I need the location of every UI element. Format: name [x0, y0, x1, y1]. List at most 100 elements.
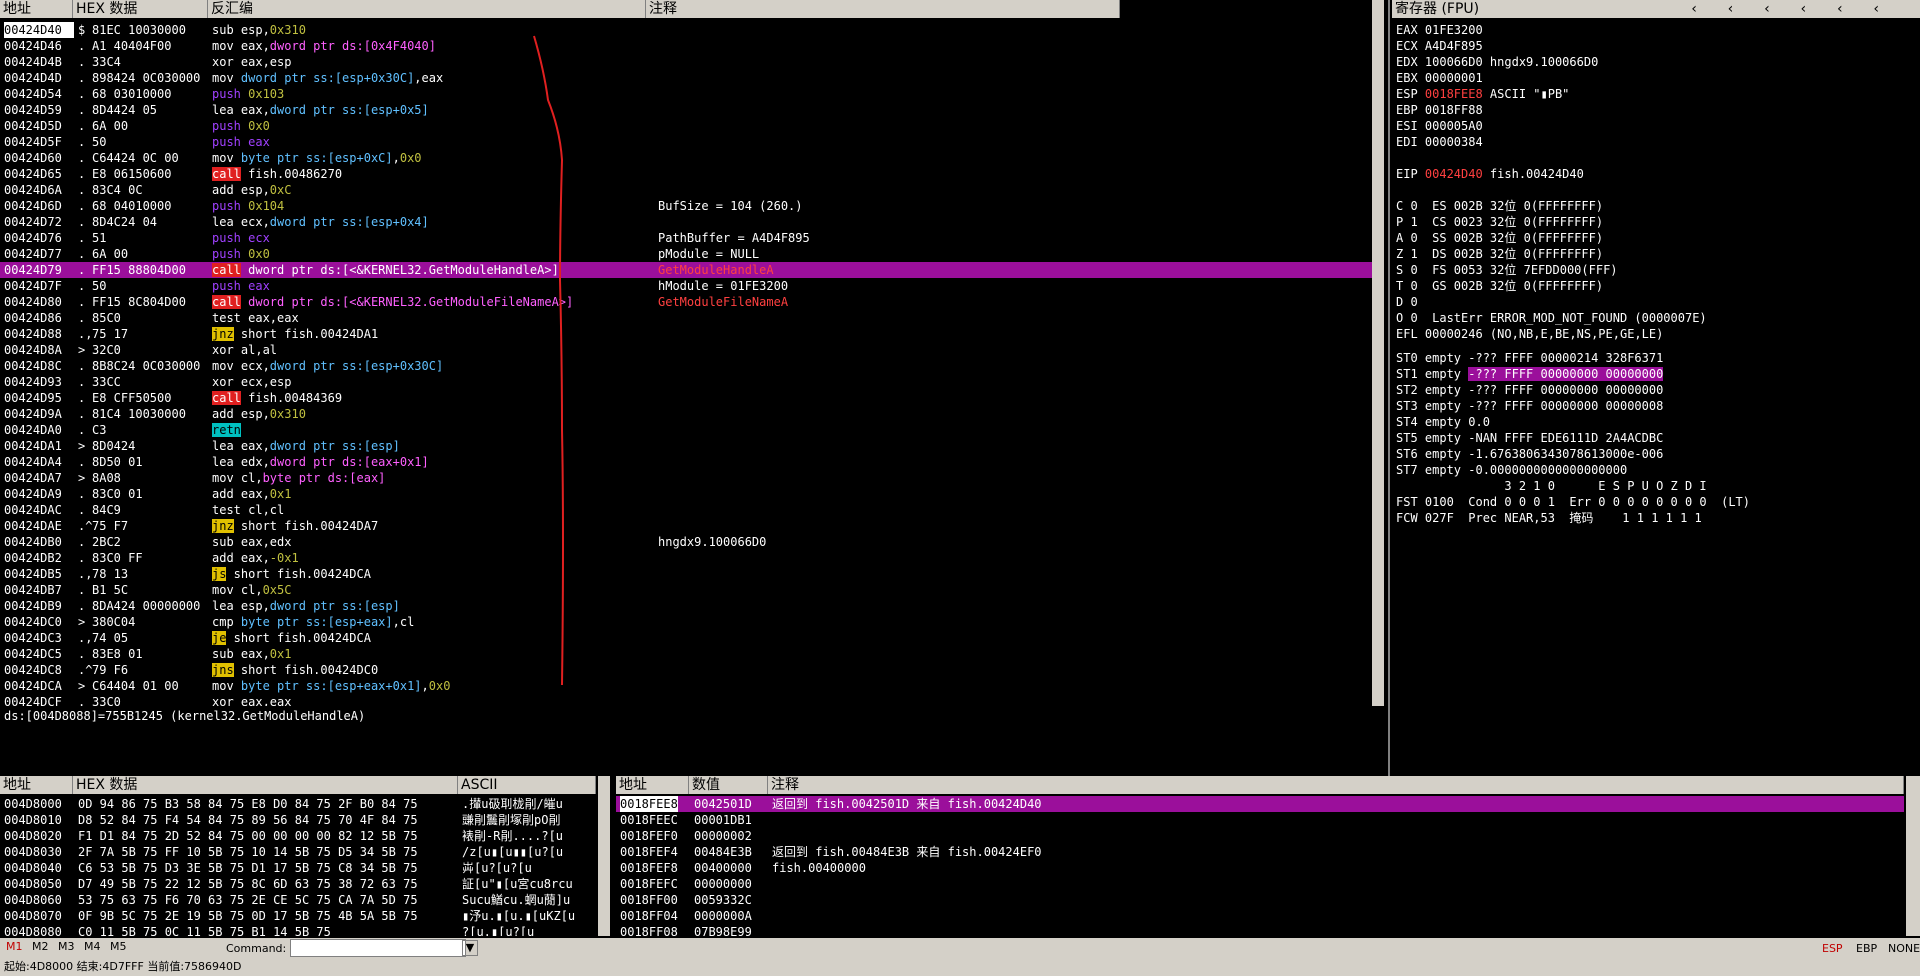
stack-value[interactable]: 00484E3B: [694, 844, 752, 860]
register-nav-arrows[interactable]: ‹‹‹‹‹‹: [1690, 0, 1909, 18]
row-address[interactable]: 00424D54: [4, 86, 74, 102]
disasm-row[interactable]: 00424D86. 85C0 test eax,eax: [0, 310, 1372, 326]
row-instruction[interactable]: push 0x0: [212, 118, 642, 134]
register-value[interactable]: 000005A0: [1425, 119, 1483, 133]
row-address[interactable]: 00424D46: [4, 38, 74, 54]
dump-address[interactable]: 004D8060: [4, 892, 62, 908]
row-address[interactable]: 00424D8C: [4, 358, 74, 374]
dump-address[interactable]: 004D8070: [4, 908, 62, 924]
row-instruction[interactable]: mov cl,byte ptr ds:[eax]: [212, 470, 642, 486]
row-address[interactable]: 00424D60: [4, 150, 74, 166]
stack-address[interactable]: 0018FF04: [620, 908, 678, 924]
col-disasm-header[interactable]: 反汇编: [208, 0, 646, 18]
fpu-register[interactable]: ST2 empty -??? FFFF 00000000 00000000: [1396, 382, 1916, 398]
dump-row[interactable]: 004D8070 0F 9B 5C 75 2E 19 5B 75 0D 17 5B…: [0, 908, 596, 924]
fpu-register[interactable]: ST5 empty -NAN FFFF EDE6111D 2A4ACDBC: [1396, 430, 1916, 446]
disasm-row[interactable]: 00424D77. 6A 00 push 0x0 pModule = NULL: [0, 246, 1372, 262]
dump-ascii[interactable]: /z[u▮[u▮▮[u?[u: [462, 844, 594, 860]
disasm-row[interactable]: 00424D80. FF15 8C804D00 call dword ptr ds:…: [0, 294, 1372, 310]
row-address[interactable]: 00424DB5: [4, 566, 74, 582]
disasm-row[interactable]: 00424DA0. C3 retn: [0, 422, 1372, 438]
dump-address[interactable]: 004D8050: [4, 876, 62, 892]
register-ebx[interactable]: EBX 00000001: [1396, 70, 1916, 86]
dump-hex[interactable]: D7 49 5B 75 22 12 5B 75 8C 6D 63 75 38 7…: [78, 876, 418, 892]
stack-value[interactable]: 07B98E99: [694, 924, 752, 936]
fpu-status[interactable]: FST 0100 Cond 0 0 0 1 Err 0 0 0 0 0 0 0 …: [1396, 494, 1916, 510]
register-value[interactable]: 00000384: [1425, 135, 1483, 149]
row-instruction[interactable]: lea esp,dword ptr ss:[esp]: [212, 598, 642, 614]
stack-value[interactable]: 0000000A: [694, 908, 752, 924]
disasm-row[interactable]: 00424D79. FF15 88804D00 call dword ptr ds:…: [0, 262, 1372, 278]
row-address[interactable]: 00424D93: [4, 374, 74, 390]
stack-value[interactable]: 0042501D: [694, 796, 752, 812]
stack-val-header[interactable]: 数值: [689, 776, 768, 794]
disasm-row[interactable]: 00424D88., 75 17 jnz short fish.00424DA1: [0, 326, 1372, 342]
row-instruction[interactable]: mov cl,0x5C: [212, 582, 642, 598]
register-value[interactable]: 100066D0: [1425, 55, 1483, 69]
disasm-row[interactable]: 00424D8C. 8B8C24 0C030000 mov ecx,dword pt…: [0, 358, 1372, 374]
disasm-row[interactable]: 00424DA4. 8D50 01 lea edx,dword ptr ds:[ea…: [0, 454, 1372, 470]
col-addr-header[interactable]: 地址: [0, 0, 73, 18]
ebp-indicator[interactable]: EBP: [1856, 942, 1877, 955]
fpu-status[interactable]: 3 2 1 0 E S P U O Z D I: [1396, 478, 1916, 494]
row-address[interactable]: 00424DB0: [4, 534, 74, 550]
row-instruction[interactable]: js short fish.00424DCA: [212, 566, 642, 582]
dump-hex[interactable]: C6 53 5B 75 D3 3E 5B 75 D1 17 5B 75 C8 3…: [78, 860, 418, 876]
dump-ascii[interactable]: 証[u"▮[u宮cu8rcu: [462, 876, 594, 892]
stack-row[interactable]: 0018FF08 07B98E99: [616, 924, 1904, 936]
dump-row[interactable]: 004D8060 53 75 63 75 F6 70 63 75 2E CE 5C…: [0, 892, 596, 908]
row-address[interactable]: 00424D6D: [4, 198, 74, 214]
stack-address[interactable]: 0018FEFC: [620, 876, 678, 892]
row-address[interactable]: 00424D5F: [4, 134, 74, 150]
row-instruction[interactable]: jnz short fish.00424DA7: [212, 518, 642, 534]
register-edx[interactable]: EDX 100066D0 hngdx9.100066D0: [1396, 54, 1916, 70]
register-value[interactable]: 00000001: [1425, 71, 1483, 85]
disasm-row[interactable]: 00424D8A >32C0 xor al,al: [0, 342, 1372, 358]
row-address[interactable]: 00424DCF: [4, 694, 74, 706]
registers-pane[interactable]: EAX 01FE3200 ECX A4D4F895 EDX 100066D0 h…: [1396, 22, 1916, 526]
dump-row[interactable]: 004D8000 0D 94 86 75 B3 58 84 75 E8 D0 84…: [0, 796, 596, 812]
flag-row[interactable]: C 0 ES 002B 32位 0(FFFFFFFF): [1396, 198, 1916, 214]
row-instruction[interactable]: sub eax,edx: [212, 534, 642, 550]
row-address[interactable]: 00424D6A: [4, 182, 74, 198]
stack-address[interactable]: 0018FF00: [620, 892, 678, 908]
row-instruction[interactable]: xor eax,esp: [212, 54, 642, 70]
fpu-register[interactable]: ST4 empty 0.0: [1396, 414, 1916, 430]
register-value[interactable]: 00424D40: [1425, 167, 1483, 181]
flag-row[interactable]: O 0 LastErr ERROR_MOD_NOT_FOUND (0000007…: [1396, 310, 1916, 326]
row-instruction[interactable]: push ecx: [212, 230, 642, 246]
dump-ascii[interactable]: ?[u.▮[u?[u: [462, 924, 594, 936]
dump-row[interactable]: 004D8050 D7 49 5B 75 22 12 5B 75 8C 6D 63…: [0, 876, 596, 892]
dump-ascii[interactable]: 裱剈-R剈....?[u: [462, 828, 594, 844]
row-address[interactable]: 00424D40: [4, 22, 74, 38]
disasm-row[interactable]: 00424D95. E8 CFF50500 call fish.00484369: [0, 390, 1372, 406]
dump-hex[interactable]: 0F 9B 5C 75 2E 19 5B 75 0D 17 5B 75 4B 5…: [78, 908, 418, 924]
none-indicator[interactable]: NONE: [1888, 942, 1920, 955]
row-address[interactable]: 00424D59: [4, 102, 74, 118]
disasm-row[interactable]: 00424D6A. 83C4 0C add esp,0xC: [0, 182, 1372, 198]
row-address[interactable]: 00424DC0: [4, 614, 74, 630]
register-esi[interactable]: ESI 000005A0: [1396, 118, 1916, 134]
dump-row[interactable]: 004D8080 C0 11 5B 75 0C 11 5B 75 B1 14 5B…: [0, 924, 596, 936]
flag-row[interactable]: P 1 CS 0023 32位 0(FFFFFFFF): [1396, 214, 1916, 230]
disasm-row[interactable]: 00424DCA > C64404 01 00 mov byte ptr ss:[es…: [0, 678, 1372, 694]
row-address[interactable]: 00424DAC: [4, 502, 74, 518]
col-hex-header[interactable]: HEX 数据: [73, 0, 208, 18]
dump-hex[interactable]: C0 11 5B 75 0C 11 5B 75 B1 14 5B 75: [78, 924, 331, 936]
stack-address[interactable]: 0018FEF0: [620, 828, 678, 844]
dump-hex[interactable]: 2F 7A 5B 75 FF 10 5B 75 10 14 5B 75 D5 3…: [78, 844, 418, 860]
flag-row[interactable]: A 0 SS 002B 32位 0(FFFFFFFF): [1396, 230, 1916, 246]
row-address[interactable]: 00424D95: [4, 390, 74, 406]
row-address[interactable]: 00424DA4: [4, 454, 74, 470]
row-address[interactable]: 00424DB2: [4, 550, 74, 566]
disasm-row[interactable]: 00424D46. A1 40404F00 mov eax,dword ptr ds…: [0, 38, 1372, 54]
command-input[interactable]: [290, 939, 466, 957]
disasm-row[interactable]: 00424DC8 .^ 79 F6 jns short fish.00424DC0: [0, 662, 1372, 678]
row-instruction[interactable]: mov eax,dword ptr ds:[0x4F4040]: [212, 38, 642, 54]
disasm-row[interactable]: 00424D4D. 898424 0C030000 mov dword ptr ss…: [0, 70, 1372, 86]
stack-value[interactable]: 00000002: [694, 828, 752, 844]
fpu-register[interactable]: ST3 empty -??? FFFF 00000000 00000008: [1396, 398, 1916, 414]
disasm-row[interactable]: 00424D60. C64424 0C 00 mov byte ptr ss:[es…: [0, 150, 1372, 166]
stack-address[interactable]: 0018FEEC: [620, 812, 678, 828]
row-instruction[interactable]: mov dword ptr ss:[esp+0x30C],eax: [212, 70, 642, 86]
